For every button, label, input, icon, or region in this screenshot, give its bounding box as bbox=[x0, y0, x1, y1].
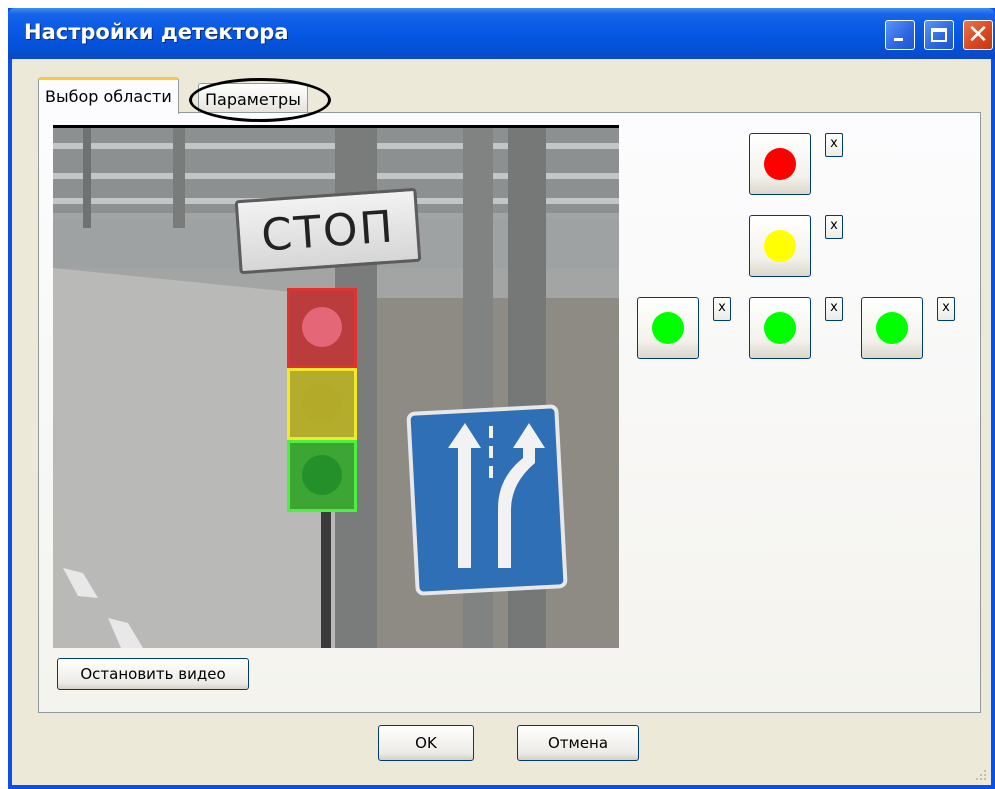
stop-sign: СТОП bbox=[234, 187, 422, 275]
red-signal-zone[interactable] bbox=[287, 288, 357, 368]
signal-button-green-center[interactable] bbox=[749, 297, 811, 359]
ok-button[interactable]: OK bbox=[378, 725, 474, 761]
red-dot-icon bbox=[764, 148, 796, 180]
green-dot-icon bbox=[652, 312, 684, 344]
tab-area-selection[interactable]: Выбор области bbox=[38, 77, 179, 114]
yellow-signal-zone[interactable] bbox=[287, 368, 357, 440]
signal-button-green-right[interactable] bbox=[861, 297, 923, 359]
signal-button-green-left[interactable] bbox=[637, 297, 699, 359]
signal-button-red[interactable] bbox=[749, 133, 811, 195]
title-bar[interactable]: Настройки детектора ✕ bbox=[8, 8, 995, 59]
detector-settings-window: Настройки детектора ✕ Выбор области Пара… bbox=[8, 8, 995, 789]
green-signal-zone[interactable] bbox=[287, 440, 357, 512]
red-lamp bbox=[302, 307, 342, 347]
yellow-dot-icon bbox=[764, 230, 796, 262]
tab-panel: СТОП Остановить видео x x x x x bbox=[38, 112, 981, 713]
remove-signal-yellow-button[interactable]: x bbox=[825, 215, 843, 239]
close-icon: ✕ bbox=[967, 20, 989, 50]
tab-parameters[interactable]: Параметры bbox=[198, 83, 308, 112]
resize-grip-icon[interactable] bbox=[975, 769, 987, 781]
minimize-icon bbox=[894, 38, 903, 41]
stop-video-button[interactable]: Остановить видео bbox=[57, 658, 249, 690]
green-dot-icon bbox=[876, 312, 908, 344]
remove-signal-green-center-button[interactable]: x bbox=[825, 297, 843, 321]
cancel-button[interactable]: Отмена bbox=[517, 725, 639, 761]
maximize-button[interactable] bbox=[924, 20, 954, 50]
remove-signal-red-button[interactable]: x bbox=[825, 133, 843, 157]
remove-signal-green-left-button[interactable]: x bbox=[713, 297, 731, 321]
minimize-button[interactable] bbox=[885, 20, 915, 50]
dialog-client-area: Выбор области Параметры СТОП Остановить … bbox=[12, 59, 991, 785]
maximize-icon bbox=[931, 28, 947, 42]
green-lamp bbox=[302, 455, 342, 495]
signal-button-yellow[interactable] bbox=[749, 215, 811, 277]
close-button[interactable]: ✕ bbox=[963, 20, 993, 50]
green-dot-icon bbox=[764, 312, 796, 344]
remove-signal-green-right-button[interactable]: x bbox=[937, 297, 955, 321]
window-title: Настройки детектора bbox=[24, 20, 289, 44]
yellow-lamp bbox=[302, 383, 342, 423]
video-preview[interactable]: СТОП bbox=[53, 125, 619, 648]
